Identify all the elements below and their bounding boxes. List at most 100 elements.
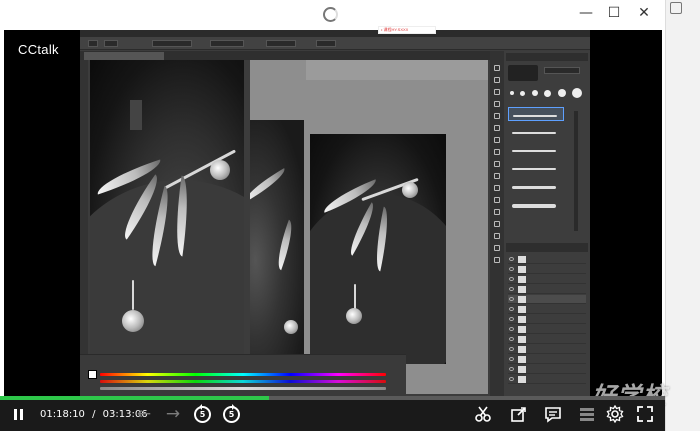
- brush-dot: [532, 90, 538, 96]
- ps-layer-row: [508, 325, 586, 334]
- ps-tool-icon: [494, 65, 500, 71]
- ps-opacity-field: [210, 40, 244, 47]
- app-window: — ☐ ✕ CCtalk • 课程HY.SXXX 01:18:10 / 03:1…: [0, 0, 700, 431]
- brand-logo: CCtalk: [18, 42, 59, 57]
- layer-thumb: [518, 336, 526, 343]
- ps-tool-icon: [494, 185, 500, 191]
- eye-icon: [509, 267, 514, 271]
- ps-home-icon: [88, 40, 98, 47]
- brush-stroke: [513, 115, 557, 117]
- ps-tool-icon: [494, 245, 500, 251]
- ps-tools-strip: [490, 51, 504, 396]
- prev-arrow-icon[interactable]: ←: [134, 404, 154, 424]
- brush-dot: [544, 90, 551, 97]
- eye-icon: [509, 287, 514, 291]
- ps-tool-icon: [494, 125, 500, 131]
- ps-brush-item: [508, 197, 564, 211]
- ps-brush-item: [508, 107, 564, 121]
- rewind-5-icon[interactable]: 5: [194, 404, 211, 423]
- brush-stroke: [512, 168, 556, 170]
- ps-tool-icon: [494, 161, 500, 167]
- ps-document-2: [250, 120, 304, 354]
- ps-tool-icon: [494, 149, 500, 155]
- progress-fill: [0, 396, 270, 400]
- ps-brush-scrollbar: [574, 111, 578, 231]
- brush-dot: [510, 91, 514, 95]
- eye-icon: [509, 257, 514, 261]
- time-display: 01:18:10 / 03:13:06: [40, 409, 148, 420]
- charm-shape: [346, 308, 362, 324]
- ps-doc-tabs: [80, 51, 490, 60]
- minimize-button[interactable]: —: [575, 4, 597, 22]
- progress-bar[interactable]: [0, 396, 665, 400]
- ps-hue-slider: [100, 373, 386, 376]
- charm-shape: [284, 320, 298, 334]
- ps-tool-icon: [494, 257, 500, 263]
- ps-brush-size-field: [544, 67, 580, 74]
- current-time: 01:18:10: [40, 409, 85, 420]
- layer-thumb: [518, 326, 526, 333]
- ps-color-chip: [88, 370, 97, 379]
- ps-tool-icon: [494, 233, 500, 239]
- eye-icon: [509, 357, 514, 361]
- ps-layer-row: [508, 285, 586, 294]
- ps-tool-icon: [494, 209, 500, 215]
- close-button[interactable]: ✕: [633, 4, 655, 22]
- brush-dot: [572, 88, 582, 98]
- layer-thumb: [518, 366, 526, 373]
- pause-icon[interactable]: [12, 408, 26, 422]
- eye-icon: [509, 327, 514, 331]
- ps-tool-icon: [494, 197, 500, 203]
- layer-thumb: [518, 256, 526, 263]
- eye-icon: [509, 277, 514, 281]
- window-icon[interactable]: [670, 2, 682, 14]
- ps-tool-icon: [494, 113, 500, 119]
- layer-thumb: [518, 356, 526, 363]
- layer-thumb: [518, 286, 526, 293]
- ps-smooth-field: [316, 40, 336, 47]
- layer-thumb: [518, 346, 526, 353]
- eye-icon: [509, 317, 514, 321]
- fullscreen-icon[interactable]: [636, 405, 654, 423]
- forward-5-icon[interactable]: 5: [223, 404, 240, 423]
- next-arrow-icon[interactable]: →: [163, 404, 183, 424]
- layer-thumb: [518, 276, 526, 283]
- ps-tool-icon: [494, 173, 500, 179]
- playlist-icon[interactable]: [578, 405, 596, 423]
- ps-brush-item: [508, 179, 564, 193]
- video-area[interactable]: CCtalk: [4, 30, 662, 396]
- settings-icon[interactable]: [606, 405, 624, 423]
- ps-document-3: [310, 134, 446, 364]
- maximize-button[interactable]: ☐: [603, 4, 625, 22]
- ps-layer-row: [508, 305, 586, 314]
- ps-brush-preview: [508, 65, 538, 81]
- ps-layer-row: [508, 315, 586, 324]
- bead-shape: [210, 160, 230, 180]
- eye-icon: [509, 367, 514, 371]
- title-bar: — ☐ ✕: [0, 0, 700, 30]
- small-panel: [130, 100, 142, 130]
- ps-layer-row: [508, 355, 586, 364]
- ps-right-panel: [504, 51, 590, 396]
- ps-brush-presets: [508, 87, 586, 99]
- leaf-shape: [250, 168, 290, 202]
- ps-tool-icon: [494, 77, 500, 83]
- ps-doc-tab: [248, 52, 338, 60]
- ps-layer-row: [508, 335, 586, 344]
- share-icon[interactable]: [510, 405, 528, 423]
- shadow-shape: [310, 194, 446, 364]
- danmaku-icon[interactable]: [544, 405, 562, 423]
- ps-layer-row: [508, 255, 586, 264]
- layer-thumb: [518, 266, 526, 273]
- time-separator: /: [92, 409, 96, 420]
- ps-canvas-edge: [306, 60, 488, 80]
- ps-layers-header: [506, 243, 588, 252]
- brush-stroke: [512, 186, 556, 189]
- ps-layer-row: [508, 375, 586, 384]
- ps-tool-icon: [494, 221, 500, 227]
- eye-icon: [509, 377, 514, 381]
- scissors-icon[interactable]: [474, 405, 492, 423]
- ps-brush-panel-header: [506, 53, 588, 61]
- loading-spinner-icon: [323, 7, 338, 22]
- pause-bar: [14, 409, 17, 420]
